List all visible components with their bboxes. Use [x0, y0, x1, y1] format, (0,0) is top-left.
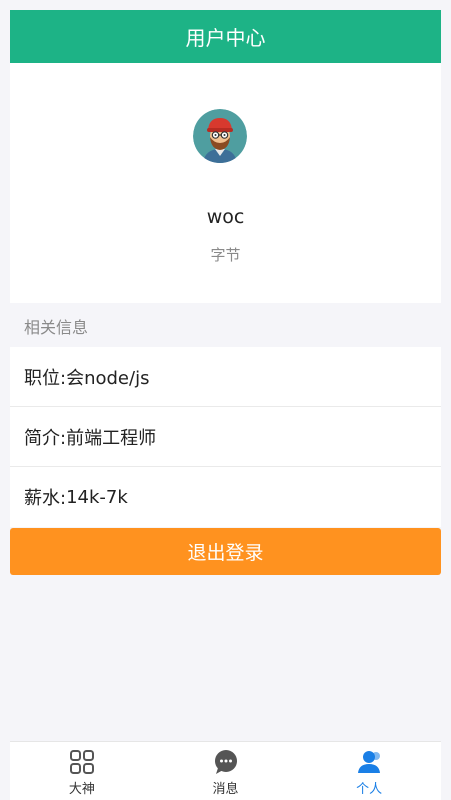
profile-card: woc 字节: [10, 63, 441, 303]
user-center-page: 用户中心 woc 字节 相关信息 职位: 会node/js 简介: 前端工程师 …: [0, 0, 451, 800]
avatar: [193, 109, 247, 163]
chat-bubble-icon: [214, 750, 237, 774]
tab-label: 大神: [68, 782, 95, 797]
page-title: 用户中心: [185, 26, 266, 50]
tab-label: 消息: [212, 782, 239, 797]
bottom-tab-bar: 大神 消息 个人: [10, 741, 441, 800]
intro-value: 前端工程师: [66, 427, 157, 449]
top-nav-bar: 用户中心: [10, 10, 441, 63]
tab-label: 个人: [356, 782, 383, 797]
avatar-illustration-icon: [193, 109, 247, 163]
person-icon: [358, 751, 381, 773]
position-value: 会node/js: [66, 367, 150, 389]
tab-messages[interactable]: 消息: [154, 742, 298, 800]
salary-label: 薪水:: [24, 488, 67, 509]
logout-button[interactable]: 退出登录: [10, 528, 441, 575]
username: woc: [206, 206, 245, 228]
list-item-position: 职位: 会node/js: [10, 347, 441, 407]
list-item-salary: 薪水: 14k-7k: [10, 467, 441, 527]
grid-icon: [69, 750, 94, 774]
list-item-intro: 简介: 前端工程师: [10, 407, 441, 467]
intro-label: 简介:: [24, 427, 67, 449]
info-list: 职位: 会node/js 简介: 前端工程师 薪水: 14k-7k: [10, 347, 441, 527]
tab-personal[interactable]: 个人: [297, 742, 441, 800]
salary-value: 14k-7k: [66, 486, 128, 508]
company-name: 字节: [210, 246, 241, 264]
info-section-title: 相关信息: [24, 318, 89, 337]
tab-dashen[interactable]: 大神: [10, 742, 154, 800]
position-label: 职位:: [24, 367, 67, 389]
